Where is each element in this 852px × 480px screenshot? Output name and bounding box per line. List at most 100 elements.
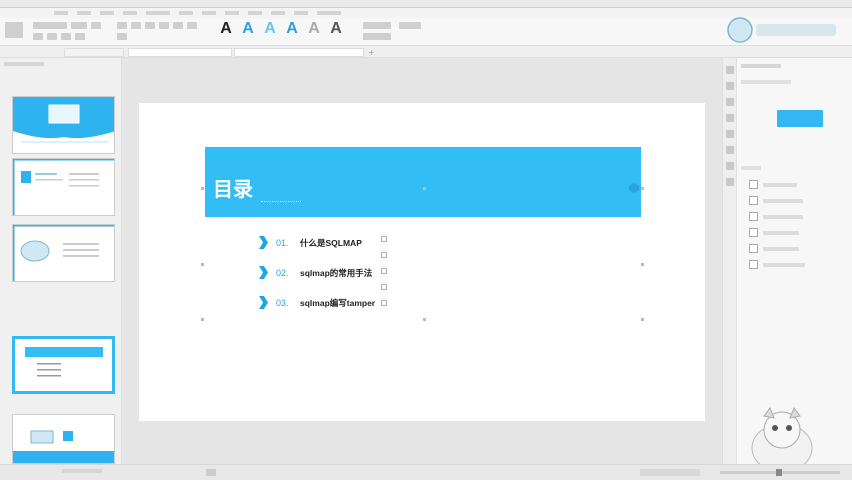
- view-buttons[interactable]: [640, 469, 700, 476]
- toc-item-3[interactable]: 03. sqlmap编写tamper: [259, 296, 375, 309]
- toc-text: 什么是SQLMAP: [300, 237, 362, 248]
- slide-thumbnail[interactable]: [12, 224, 115, 282]
- bold-icon[interactable]: [90, 22, 101, 29]
- properties-icon[interactable]: [726, 66, 734, 74]
- floating-object-toolbar: [379, 236, 389, 306]
- slide-thumbnail[interactable]: [12, 158, 115, 216]
- notes-icon[interactable]: [206, 469, 216, 476]
- window-titlebar: [0, 0, 852, 8]
- menu-item[interactable]: [294, 11, 308, 15]
- slide-thumbnail-icon: [15, 339, 112, 391]
- resize-handle[interactable]: [641, 187, 644, 190]
- shape-icon[interactable]: [381, 268, 387, 274]
- toc-item-1[interactable]: 01. 什么是SQLMAP: [259, 236, 362, 249]
- settings-icon[interactable]: [726, 162, 734, 170]
- resize-handle[interactable]: [201, 318, 204, 321]
- pen-icon[interactable]: [381, 284, 387, 290]
- menu-item[interactable]: [202, 11, 216, 15]
- slide-logo-icon: [629, 183, 639, 194]
- resize-handle[interactable]: [423, 318, 426, 321]
- pane-option[interactable]: [749, 228, 799, 237]
- wordart-style-icon[interactable]: A: [284, 20, 300, 38]
- layout-icon[interactable]: [381, 236, 387, 242]
- title-banner[interactable]: 目录: [205, 147, 641, 217]
- menu-item[interactable]: [225, 11, 239, 15]
- underline-icon[interactable]: [46, 33, 57, 40]
- animation-icon[interactable]: [726, 98, 734, 106]
- design-icon[interactable]: [726, 82, 734, 90]
- wordart-style-icon[interactable]: A: [218, 20, 234, 38]
- text-fill-button[interactable]: [363, 22, 391, 29]
- edit-icon[interactable]: [381, 252, 387, 258]
- zoom-handle[interactable]: [776, 469, 782, 476]
- font-family-select[interactable]: [33, 22, 67, 29]
- resize-handle[interactable]: [641, 263, 644, 266]
- menu-item[interactable]: [54, 11, 68, 15]
- status-bar: [0, 464, 852, 480]
- align-right-icon[interactable]: [172, 22, 183, 29]
- pane-option[interactable]: [749, 196, 803, 205]
- slide-thumbnail-selected[interactable]: [12, 336, 115, 394]
- menu-item[interactable]: [77, 11, 91, 15]
- resize-handle[interactable]: [201, 263, 204, 266]
- menu-item[interactable]: [100, 11, 114, 15]
- font-size-select[interactable]: [70, 22, 87, 29]
- more-icon[interactable]: [381, 300, 387, 306]
- document-tab[interactable]: [128, 48, 232, 57]
- strikethrough-icon[interactable]: [60, 33, 71, 40]
- paste-group[interactable]: [4, 21, 30, 43]
- align-left-icon[interactable]: [144, 22, 155, 29]
- slide-thumbnail[interactable]: [12, 414, 115, 464]
- home-tab[interactable]: [64, 48, 124, 57]
- align-center-icon[interactable]: [158, 22, 169, 29]
- format-icon[interactable]: [726, 130, 734, 138]
- menu-item[interactable]: [179, 11, 193, 15]
- document-icon: [749, 180, 758, 189]
- current-slide[interactable]: 目录 01. 什么是SQLMAP 02. sqlmap的常用手法 03. sql…: [139, 103, 705, 421]
- toc-item-2[interactable]: 02. sqlmap的常用手法: [259, 266, 372, 279]
- resize-handle[interactable]: [201, 187, 204, 190]
- slide-thumbnail-icon: [13, 97, 114, 153]
- text-outline-button[interactable]: [363, 33, 391, 40]
- add-tab-icon[interactable]: +: [368, 48, 375, 57]
- wordart-style-icon[interactable]: A: [240, 20, 256, 38]
- task-icon-column: [723, 58, 737, 464]
- zoom-slider[interactable]: [720, 469, 840, 476]
- template-icon[interactable]: [726, 114, 734, 122]
- menu-item[interactable]: [146, 11, 170, 15]
- paste-icon[interactable]: [5, 22, 23, 38]
- menu-item[interactable]: [317, 11, 341, 15]
- title-underline: [261, 201, 301, 202]
- italic-icon[interactable]: [33, 33, 43, 40]
- slide-thumbnail[interactable]: [12, 96, 115, 154]
- account-logo-icon[interactable]: [724, 12, 844, 48]
- pane-option[interactable]: [749, 212, 803, 221]
- primary-action-button[interactable]: [777, 110, 823, 127]
- help-icon[interactable]: [726, 178, 734, 186]
- bullets-icon[interactable]: [117, 22, 127, 29]
- slide-canvas: 目录 01. 什么是SQLMAP 02. sqlmap的常用手法 03. sql…: [122, 58, 722, 464]
- resize-handle[interactable]: [641, 318, 644, 321]
- wordart-style-icon[interactable]: A: [306, 20, 322, 38]
- resize-handle[interactable]: [423, 187, 426, 190]
- menu-item[interactable]: [248, 11, 262, 15]
- pane-title: [741, 64, 781, 68]
- toc-number: 02.: [276, 267, 289, 278]
- menu-item[interactable]: [123, 11, 137, 15]
- document-tab-active[interactable]: [234, 48, 364, 57]
- menu-item[interactable]: [271, 11, 285, 15]
- numbering-icon[interactable]: [130, 22, 141, 29]
- pane-option[interactable]: [749, 260, 805, 269]
- wordart-style-icon[interactable]: A: [262, 20, 278, 38]
- justify-icon[interactable]: [186, 22, 197, 29]
- text-box-button[interactable]: [399, 22, 421, 29]
- slide-thumbnail-pane: [0, 58, 122, 464]
- wordart-style-icon[interactable]: A: [328, 20, 344, 38]
- font-color-icon[interactable]: [74, 33, 85, 40]
- tools-icon[interactable]: [726, 146, 734, 154]
- pane-option[interactable]: [749, 180, 797, 189]
- document-tab-bar: +: [0, 46, 852, 58]
- pane-option[interactable]: [749, 244, 799, 253]
- line-spacing-icon[interactable]: [117, 33, 127, 40]
- pane-header: [4, 62, 44, 66]
